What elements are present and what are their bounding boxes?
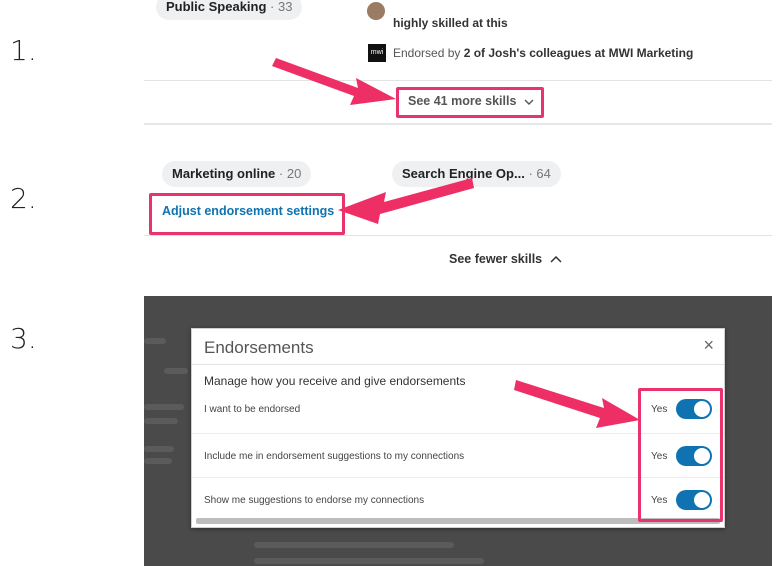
- divider: [144, 235, 772, 236]
- pointer-arrow-icon: [272, 58, 396, 105]
- endorser-text: highly skilled at this: [393, 16, 508, 30]
- endorsed-by-text: Endorsed by 2 of Josh's colleagues at MW…: [393, 46, 694, 60]
- background-text: [164, 368, 188, 374]
- skill-pill-marketing-online[interactable]: Marketing online · 20: [162, 161, 312, 187]
- modal-title: Endorsements: [204, 338, 314, 357]
- pointer-arrow-icon: [514, 380, 640, 428]
- background-text: [254, 542, 454, 548]
- background-text: [144, 458, 172, 464]
- section-bottom-border: [144, 123, 772, 125]
- see-fewer-skills-button[interactable]: See fewer skills: [449, 252, 562, 266]
- divider: [144, 80, 772, 81]
- skill-count: · 64: [528, 166, 551, 181]
- skill-pill-public-speaking[interactable]: Public Speaking · 33: [156, 0, 303, 20]
- background-text: [144, 338, 166, 344]
- step-number-2: 2.: [10, 182, 37, 215]
- endorser-avatar: [367, 2, 385, 20]
- skill-name: Public Speaking: [166, 0, 267, 14]
- background-text: [254, 558, 484, 564]
- highlight-see-more: [396, 87, 544, 118]
- modal-subtitle: Manage how you receive and give endorsem…: [204, 374, 466, 388]
- modal-header-divider: [192, 364, 724, 365]
- background-text: [144, 446, 174, 452]
- step-number-1: 1.: [10, 34, 37, 67]
- skill-name: Marketing online: [172, 166, 276, 181]
- pointer-arrow-icon: [338, 178, 474, 224]
- skill-count: · 33: [270, 0, 293, 14]
- setting-label: Show me suggestions to endorse my connec…: [204, 495, 425, 506]
- setting-label: I want to be endorsed: [204, 404, 301, 415]
- skill-count: · 20: [278, 166, 302, 181]
- setting-label: Include me in endorsement suggestions to…: [204, 451, 465, 462]
- background-text: [144, 404, 184, 410]
- step-number-3: 3.: [10, 322, 37, 355]
- chevron-up-icon: [550, 252, 562, 266]
- background-text: [144, 418, 178, 424]
- highlight-adjust-settings: [149, 193, 345, 235]
- highlight-toggles: [638, 388, 723, 522]
- close-icon[interactable]: ×: [703, 335, 714, 356]
